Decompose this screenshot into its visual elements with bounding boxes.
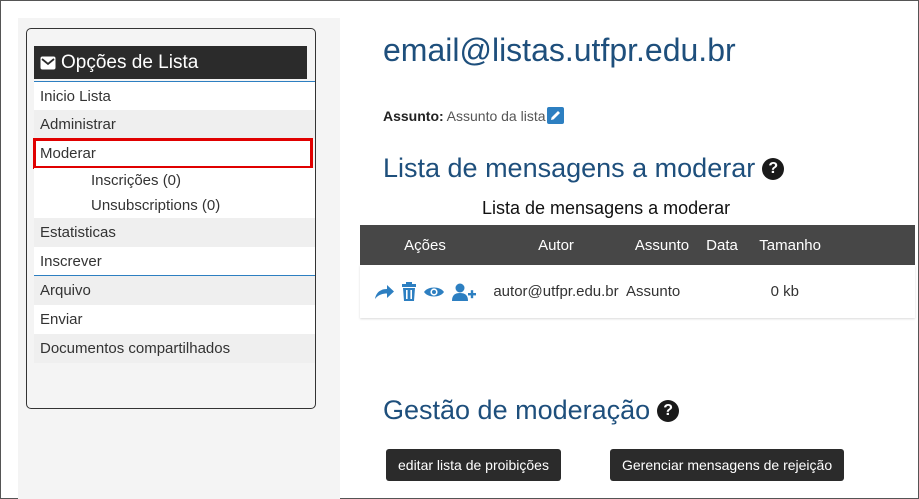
sidebar-item-estatisticas[interactable]: Estatisticas <box>34 218 315 247</box>
sidebar-item-inscrever[interactable]: Inscrever <box>34 247 315 276</box>
sidebar-menu: Inicio Lista Administrar Moderar Inscriç… <box>33 81 315 363</box>
sidebar-item-label: Moderar <box>40 145 96 162</box>
row-actions <box>360 281 490 302</box>
list-options-panel: Opções de Lista Inicio Lista Administrar… <box>26 28 316 409</box>
envelope-icon <box>40 56 56 69</box>
column-header-size: Tamanho <box>759 236 821 254</box>
subject-value: Assunto da lista <box>446 107 546 124</box>
subject-line: Assunto: Assunto da lista <box>383 107 564 124</box>
sidebar-item-label: Unsubscriptions (0) <box>91 197 221 214</box>
pencil-icon[interactable] <box>546 107 564 124</box>
sidebar-subitem-unsubscriptions[interactable]: Unsubscriptions (0) <box>34 193 315 218</box>
question-circle-icon[interactable]: ? <box>762 157 785 180</box>
sidebar-item-inicio-lista[interactable]: Inicio Lista <box>34 81 315 110</box>
eye-icon[interactable] <box>423 282 445 302</box>
table-header-row: Ações Autor Assunto Data Tamanho <box>360 225 915 265</box>
panel-title: Opções de Lista <box>61 52 199 73</box>
edit-ban-list-button[interactable]: editar lista de proibições <box>386 449 561 481</box>
left-column: Opções de Lista Inicio Lista Administrar… <box>18 18 340 499</box>
column-header-author: Autor <box>538 236 574 254</box>
sidebar-item-label: Arquivo <box>40 282 91 299</box>
sidebar-item-label: Inicio Lista <box>40 88 111 105</box>
column-header-date: Data <box>706 236 738 254</box>
sidebar-item-label: Administrar <box>40 116 116 133</box>
section-title-moderate: Lista de mensagens a moderar ? <box>383 153 785 184</box>
table-caption: Lista de mensagens a moderar <box>482 198 731 218</box>
row-size: 0 kb <box>770 283 799 300</box>
sidebar-item-moderar[interactable]: Moderar <box>33 138 313 169</box>
sidebar-item-administrar[interactable]: Administrar <box>34 110 315 139</box>
sidebar-item-label: Estatisticas <box>40 224 116 241</box>
trash-icon[interactable] <box>401 281 417 302</box>
sidebar-item-label: Inscrições (0) <box>91 172 182 189</box>
row-subject: Assunto <box>626 283 681 300</box>
column-header-actions: Ações <box>404 236 446 254</box>
forward-arrow-icon[interactable] <box>373 282 395 302</box>
sidebar-item-documentos[interactable]: Documentos compartilhados <box>34 334 315 363</box>
messages-table: Ações Autor Assunto Data Tamanho autor@u… <box>360 225 915 318</box>
question-circle-icon[interactable]: ? <box>657 399 680 422</box>
subject-label: Assunto: <box>383 107 444 124</box>
sidebar-item-label: Documentos compartilhados <box>40 340 231 357</box>
user-plus-icon[interactable] <box>451 282 477 302</box>
sidebar-item-label: Enviar <box>40 311 83 328</box>
sidebar-item-label: Inscrever <box>40 253 102 270</box>
page-title: email@listas.utfpr.edu.br <box>383 32 736 68</box>
column-header-subject: Assunto <box>634 236 690 254</box>
table-row: autor@utfpr.edu.br Assunto 0 kb <box>360 265 915 318</box>
manage-rejection-messages-button[interactable]: Gerenciar mensagens de rejeição <box>610 449 845 481</box>
panel-header: Opções de Lista <box>34 46 307 79</box>
row-author: autor@utfpr.edu.br <box>493 283 619 300</box>
section-title-text: Lista de mensagens a moderar <box>383 153 756 183</box>
sidebar-item-enviar[interactable]: Enviar <box>34 305 315 334</box>
sidebar-item-arquivo[interactable]: Arquivo <box>34 276 315 305</box>
section-title-text: Gestão de moderação <box>383 395 651 425</box>
section-title-management: Gestão de moderação ? <box>383 395 680 426</box>
sidebar-subitem-inscricoes[interactable]: Inscrições (0) <box>34 168 315 193</box>
